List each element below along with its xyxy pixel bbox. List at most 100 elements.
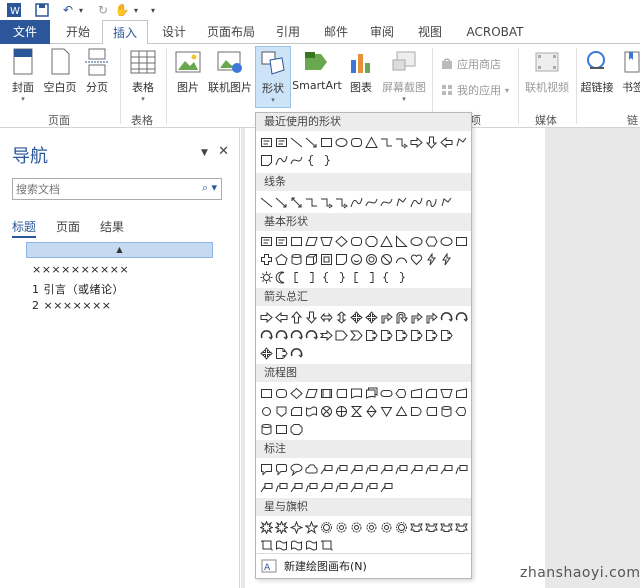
shape-quad-icon[interactable] bbox=[364, 308, 379, 326]
shape-trap-icon[interactable] bbox=[439, 384, 454, 402]
shape-linecall2-icon[interactable] bbox=[454, 460, 469, 478]
heading-item[interactable]: 2 ××××××× bbox=[32, 299, 112, 312]
shape-chevron-icon[interactable] bbox=[349, 326, 364, 344]
close-icon[interactable]: ✕ bbox=[218, 144, 229, 159]
shape-linecall2-icon[interactable] bbox=[334, 460, 349, 478]
shape-bolt-icon[interactable] bbox=[439, 250, 454, 268]
shape-linecall2-icon[interactable] bbox=[364, 460, 379, 478]
shape-bent-icon[interactable] bbox=[379, 308, 394, 326]
shape-rect-icon[interactable] bbox=[319, 133, 334, 151]
shape-linecall-icon[interactable] bbox=[349, 460, 364, 478]
search-input[interactable] bbox=[13, 179, 183, 199]
shape-callarr-icon[interactable] bbox=[394, 326, 409, 344]
shape-rbrace-icon[interactable] bbox=[319, 151, 334, 169]
shape-rarrow-icon[interactable] bbox=[259, 308, 274, 326]
shape-cube-icon[interactable] bbox=[304, 250, 319, 268]
shape-rbrace-icon[interactable] bbox=[334, 268, 349, 286]
page-break-button[interactable]: 分页 bbox=[82, 48, 112, 95]
shape-scribble-icon[interactable] bbox=[424, 193, 439, 211]
shape-manual-icon[interactable] bbox=[454, 384, 469, 402]
tab-design[interactable]: 设计 bbox=[154, 20, 194, 44]
shape-gear-icon[interactable] bbox=[334, 518, 349, 536]
shape-linecall-icon[interactable] bbox=[349, 478, 364, 496]
new-drawing-canvas-button[interactable]: A 新建绘图画布(N) bbox=[256, 553, 471, 577]
shape-bolt-icon[interactable] bbox=[424, 250, 439, 268]
shape-linecall2-icon[interactable] bbox=[424, 460, 439, 478]
shape-fold-icon[interactable] bbox=[334, 250, 349, 268]
shape-line-icon[interactable] bbox=[289, 133, 304, 151]
shape-fold-icon[interactable] bbox=[259, 151, 274, 169]
shape-linecall-icon[interactable] bbox=[439, 460, 454, 478]
app-store-button[interactable]: 应用商店 bbox=[440, 56, 501, 72]
shape-linecall-icon[interactable] bbox=[289, 478, 304, 496]
shape-circarr-icon[interactable] bbox=[289, 326, 304, 344]
shape-rbracket-icon[interactable] bbox=[364, 268, 379, 286]
redo-icon[interactable]: ↻ bbox=[96, 2, 110, 18]
shape-sun-icon[interactable] bbox=[259, 268, 274, 286]
shape-lbracket-icon[interactable] bbox=[349, 268, 364, 286]
tab-pages[interactable]: 页面 bbox=[56, 218, 80, 235]
search-icon[interactable]: ⌕ ▾ bbox=[202, 181, 217, 195]
shape-oval-icon[interactable] bbox=[409, 232, 424, 250]
shape-trap-icon[interactable] bbox=[319, 232, 334, 250]
shape-txt-icon[interactable] bbox=[259, 133, 274, 151]
shape-cyl-icon[interactable] bbox=[259, 420, 274, 438]
cover-page-button[interactable]: 封面 ▾ bbox=[6, 48, 40, 103]
shape-elbow-icon[interactable] bbox=[304, 193, 319, 211]
tab-page-layout[interactable]: 页面布局 bbox=[202, 20, 260, 44]
shape-seal-icon[interactable] bbox=[394, 518, 409, 536]
shape-wave-icon[interactable] bbox=[289, 536, 304, 554]
shape-explosion-icon[interactable] bbox=[274, 518, 289, 536]
shape-sort-icon[interactable] bbox=[364, 402, 379, 420]
shape-curve-icon[interactable] bbox=[274, 151, 289, 169]
shape-terminator-icon[interactable] bbox=[379, 384, 394, 402]
shape-lbrace-icon[interactable] bbox=[379, 268, 394, 286]
shape-extract-icon[interactable] bbox=[394, 402, 409, 420]
shape-bent-icon[interactable] bbox=[424, 308, 439, 326]
shape-callarr-icon[interactable] bbox=[439, 326, 454, 344]
shape-linecall-icon[interactable] bbox=[379, 478, 394, 496]
shape-callarr-icon[interactable] bbox=[274, 344, 289, 362]
shape-ovcall-icon[interactable] bbox=[289, 460, 304, 478]
shape-dblarrow-icon[interactable] bbox=[289, 193, 304, 211]
shape-orj-icon[interactable] bbox=[334, 402, 349, 420]
tab-headings[interactable]: 标题 bbox=[12, 218, 36, 235]
chart-button[interactable]: 图表 bbox=[346, 48, 376, 95]
shape-linecall-icon[interactable] bbox=[319, 478, 334, 496]
shape-line-icon[interactable] bbox=[259, 193, 274, 211]
touch-dropdown-icon[interactable]: ▾ bbox=[131, 2, 141, 18]
shape-arc-icon[interactable] bbox=[394, 250, 409, 268]
tab-view[interactable]: 视图 bbox=[410, 20, 450, 44]
shape-pent-icon[interactable] bbox=[274, 250, 289, 268]
shape-elbow-icon[interactable] bbox=[379, 133, 394, 151]
shape-ribbon-icon[interactable] bbox=[424, 518, 439, 536]
shape-rrect-icon[interactable] bbox=[274, 384, 289, 402]
shape-circarr-icon[interactable] bbox=[439, 308, 454, 326]
undo-dropdown-icon[interactable]: ▾ bbox=[76, 2, 86, 18]
shape-txt-icon[interactable] bbox=[274, 133, 289, 151]
shape-smile-icon[interactable] bbox=[349, 250, 364, 268]
heading-item[interactable]: ×××××××××× bbox=[32, 263, 129, 276]
shape-doc-icon[interactable] bbox=[349, 384, 364, 402]
tab-file[interactable]: 文件 bbox=[0, 20, 50, 44]
shape-scurve-icon[interactable] bbox=[379, 193, 394, 211]
tab-references[interactable]: 引用 bbox=[268, 20, 308, 44]
shape-callarr-icon[interactable] bbox=[379, 326, 394, 344]
shape-ribbon-icon[interactable] bbox=[454, 518, 469, 536]
shape-linecall-icon[interactable] bbox=[409, 460, 424, 478]
shape-curve-icon[interactable] bbox=[409, 193, 424, 211]
shape-moon-icon[interactable] bbox=[274, 268, 289, 286]
shape-callarr-icon[interactable] bbox=[409, 326, 424, 344]
shape-hex-icon[interactable] bbox=[424, 232, 439, 250]
shape-display-icon[interactable] bbox=[454, 402, 469, 420]
shape-storage-icon[interactable] bbox=[424, 402, 439, 420]
shape-process2-icon[interactable] bbox=[319, 384, 334, 402]
shape-elbowa-icon[interactable] bbox=[394, 133, 409, 151]
shape-multidoc-icon[interactable] bbox=[364, 384, 379, 402]
shape-linecall2-icon[interactable] bbox=[304, 478, 319, 496]
shape-rectcall-icon[interactable] bbox=[259, 460, 274, 478]
shape-heart-icon[interactable] bbox=[409, 250, 424, 268]
shape-linecall2-icon[interactable] bbox=[334, 478, 349, 496]
shape-diamond-icon[interactable] bbox=[334, 232, 349, 250]
shape-linecall2-icon[interactable] bbox=[274, 478, 289, 496]
